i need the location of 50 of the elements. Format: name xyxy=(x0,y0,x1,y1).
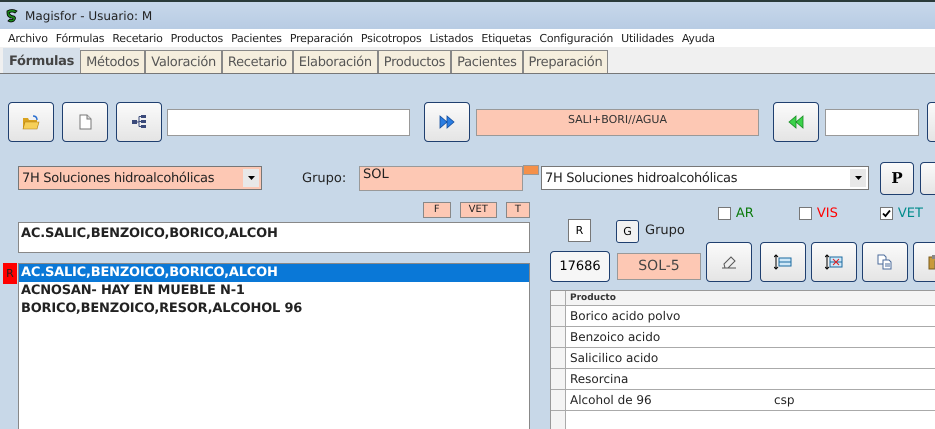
flag-chip[interactable]: VET xyxy=(460,202,497,218)
menu-item[interactable]: Recetario xyxy=(112,32,163,44)
menu-item[interactable]: Ayuda xyxy=(682,32,715,44)
tab[interactable]: Elaboración xyxy=(292,50,378,73)
row-marker: R xyxy=(3,263,17,284)
tab[interactable]: Pacientes xyxy=(451,50,523,73)
column-header[interactable]: Producto xyxy=(566,293,616,303)
flag-chip[interactable]: T xyxy=(506,202,530,218)
menu-item[interactable]: Productos xyxy=(170,32,224,44)
tab[interactable]: Productos xyxy=(378,50,452,73)
window-title: Magisfor - Usuario: M xyxy=(25,8,152,22)
list-item[interactable]: BORICO,BENZOICO,RESOR,ALCOHOL 96 xyxy=(19,300,529,318)
short-name-field[interactable]: SALI+BORI//AGUA xyxy=(476,108,759,136)
table-cell: csp xyxy=(774,393,794,407)
menu-item[interactable]: Configuración xyxy=(539,32,614,44)
flag-chip[interactable]: F xyxy=(422,202,451,218)
code-field[interactable]: SOL-5 xyxy=(617,252,701,280)
g-button[interactable]: G xyxy=(616,220,639,243)
menu-item[interactable]: Etiquetas xyxy=(481,32,532,44)
category-dropdown[interactable]: 7H Soluciones hidroalcohólicas xyxy=(18,166,262,190)
list-item[interactable]: ACNOSAN- HAY EN MUEBLE N-1 xyxy=(19,282,529,300)
menu-item[interactable]: Utilidades xyxy=(621,32,674,44)
tab[interactable]: Fórmulas xyxy=(3,48,80,73)
menu-item[interactable]: Listados xyxy=(430,32,474,44)
group-dropdown[interactable]: 7H Soluciones hidroalcohólicas xyxy=(541,166,869,190)
table-cell-text: Borico acido polvo xyxy=(569,309,682,323)
group-label: Grupo: xyxy=(302,170,348,186)
group-field[interactable]: SOL xyxy=(359,166,523,190)
table-cell-text: Alcohol de 96 xyxy=(569,393,653,407)
table-cell-text: Benzoico acido xyxy=(569,330,662,344)
menu-item[interactable]: Pacientes xyxy=(231,32,282,44)
tab[interactable]: Métodos xyxy=(80,50,146,73)
menu-item[interactable]: Preparación xyxy=(290,32,353,44)
tab[interactable]: Valoración xyxy=(145,50,222,73)
table-cell-text: Resorcina xyxy=(569,372,630,386)
checkbox-label: AR xyxy=(736,206,754,221)
name-field[interactable]: AC.SALIC,BENZOICO,BORICO,ALCOH xyxy=(18,222,530,253)
menu-item[interactable]: Psicotropos xyxy=(360,32,422,44)
p-button[interactable]: P xyxy=(880,162,914,194)
checkbox-label: VIS xyxy=(816,206,838,221)
list-item[interactable]: AC.SALIC,BENZOICO,BORICO,ALCOH xyxy=(19,264,529,282)
tab[interactable]: Preparación xyxy=(522,50,608,73)
tab[interactable]: Recetario xyxy=(222,50,293,73)
menu-item[interactable]: Archivo xyxy=(8,32,48,44)
r-button[interactable]: R xyxy=(568,219,591,242)
table-cell-text: Salicilico acido xyxy=(569,351,660,365)
menu-item[interactable]: Fórmulas xyxy=(56,32,104,44)
checkbox-label: VET xyxy=(898,206,923,221)
group-label: Grupo xyxy=(645,223,685,238)
code-button[interactable]: 17686 xyxy=(550,250,610,282)
